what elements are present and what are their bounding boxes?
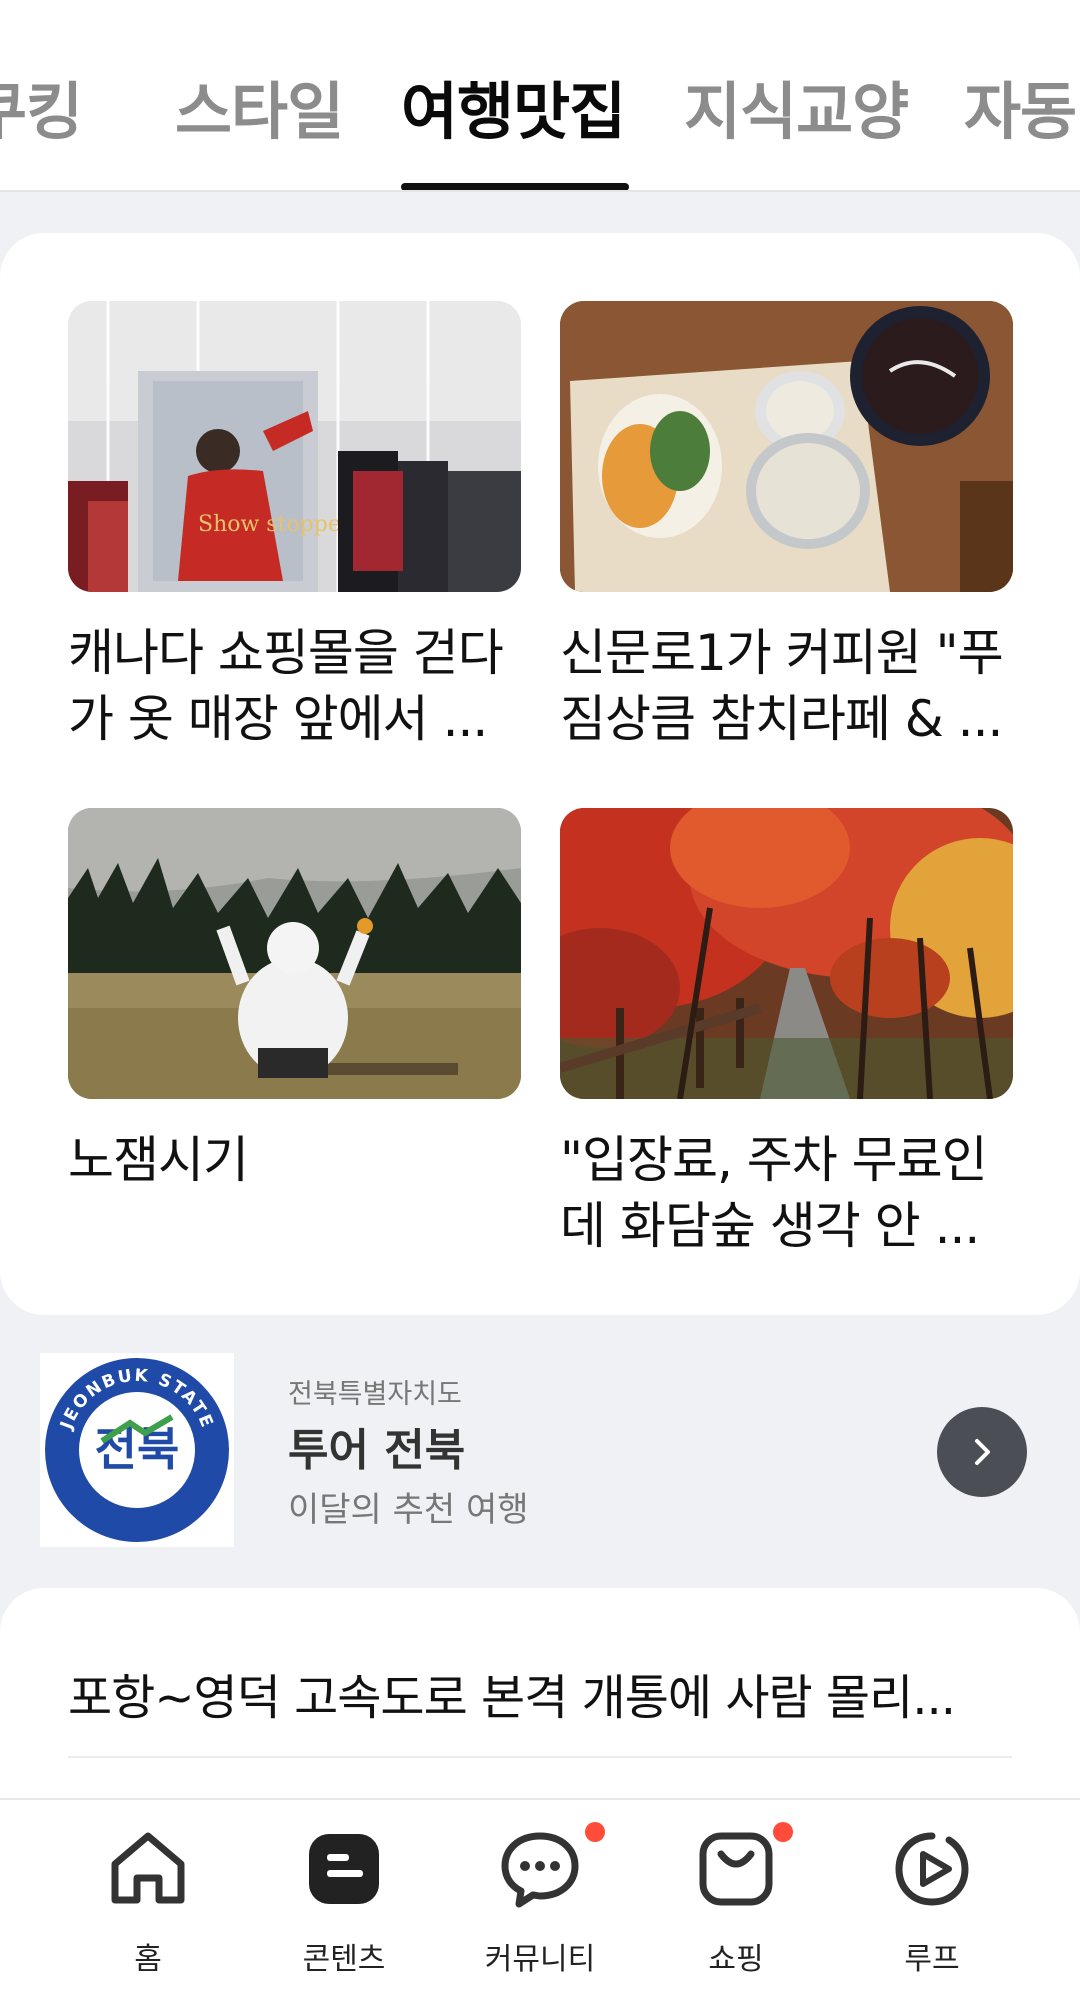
tab-cooking[interactable]: 쿠킹 <box>0 72 83 152</box>
image-caption-text: Show stopper <box>198 512 352 537</box>
nav-shopping[interactable]: 쇼핑 <box>638 1820 834 1990</box>
nav-label: 쇼핑 <box>708 1942 764 1977</box>
nav-loop[interactable]: 루프 <box>834 1820 1030 1990</box>
article-card[interactable]: 신문로1가 커피원 "푸 짐상큼 참치라페 & ... <box>560 301 1013 752</box>
article-card[interactable]: Show stopper 캐나다 쇼핑몰을 걷다 가 옷 매장 앞에서 ... <box>68 301 521 752</box>
article-title[interactable]: "입장료, 주차 무료인 데 화담숲 생각 안 ... <box>560 1127 1013 1259</box>
article-title[interactable]: 노잼시기 <box>68 1127 521 1193</box>
nav-home[interactable]: 홈 <box>50 1820 246 1990</box>
chat-bubble-icon <box>495 1822 605 1914</box>
chevron-right-icon <box>975 1439 990 1465</box>
nav-label: 콘텐츠 <box>302 1942 386 1977</box>
notification-badge <box>773 1822 793 1842</box>
tab-auto[interactable]: 자동 <box>964 72 1077 152</box>
article-thumbnail[interactable] <box>560 808 1013 1099</box>
article-thumbnail[interactable] <box>68 808 521 1099</box>
notification-badge <box>585 1822 605 1842</box>
contents-icon <box>299 1824 389 1914</box>
article-thumbnail[interactable]: Show stopper <box>68 301 521 592</box>
headline-item[interactable]: 포항~영덕 고속도로 본격 개통에 사람 몰리... <box>68 1658 1018 1728</box>
tab-travel-food[interactable]: 여행맛집 <box>401 72 626 152</box>
divider <box>68 1756 1012 1758</box>
article-card[interactable]: 노잼시기 <box>68 808 521 1193</box>
article-title[interactable]: 신문로1가 커피원 "푸 짐상큼 참치라페 & ... <box>560 620 1013 752</box>
nav-label: 홈 <box>134 1942 162 1977</box>
category-tab-bar: 쿠킹 스타일 여행맛집 지식교양 자동 <box>0 0 1080 192</box>
nav-label: 커뮤니티 <box>484 1942 596 1977</box>
promo-banner[interactable]: JEONBUK STATE 전북 전북특별자치도 전북특별자치도 투어 전북 이… <box>0 1330 1080 1560</box>
article-card[interactable]: "입장료, 주차 무료인 데 화담숲 생각 안 ... <box>560 808 1013 1259</box>
shopping-bag-icon <box>691 1822 793 1914</box>
promo-description: 이달의 추천 여행 <box>288 1490 529 1530</box>
app-screen: 쿠킹 스타일 여행맛집 지식교양 자동 <box>0 0 1080 2005</box>
bottom-navigation: 홈 콘텐츠 커뮤니티 쇼핑 루프 <box>0 1798 1080 2005</box>
tab-knowledge[interactable]: 지식교양 <box>684 72 909 152</box>
tab-style[interactable]: 스타일 <box>175 72 344 152</box>
promo-title[interactable]: 투어 전북 <box>288 1414 465 1478</box>
promo-subtitle: 전북특별자치도 <box>288 1379 462 1410</box>
promo-arrow-button[interactable] <box>937 1407 1027 1497</box>
article-grid-card: Show stopper 캐나다 쇼핑몰을 걷다 가 옷 매장 앞에서 ... <box>0 233 1080 1315</box>
active-tab-indicator <box>401 183 629 190</box>
play-loop-icon <box>887 1824 977 1914</box>
nav-label: 루프 <box>904 1942 960 1977</box>
article-thumbnail[interactable] <box>560 301 1013 592</box>
home-icon <box>103 1824 193 1914</box>
nav-community[interactable]: 커뮤니티 <box>442 1820 638 1990</box>
article-title[interactable]: 캐나다 쇼핑몰을 걷다 가 옷 매장 앞에서 ... <box>68 620 521 752</box>
jeonbuk-logo: JEONBUK STATE 전북 전북특별자치도 <box>40 1353 234 1547</box>
nav-contents[interactable]: 콘텐츠 <box>246 1820 442 1990</box>
